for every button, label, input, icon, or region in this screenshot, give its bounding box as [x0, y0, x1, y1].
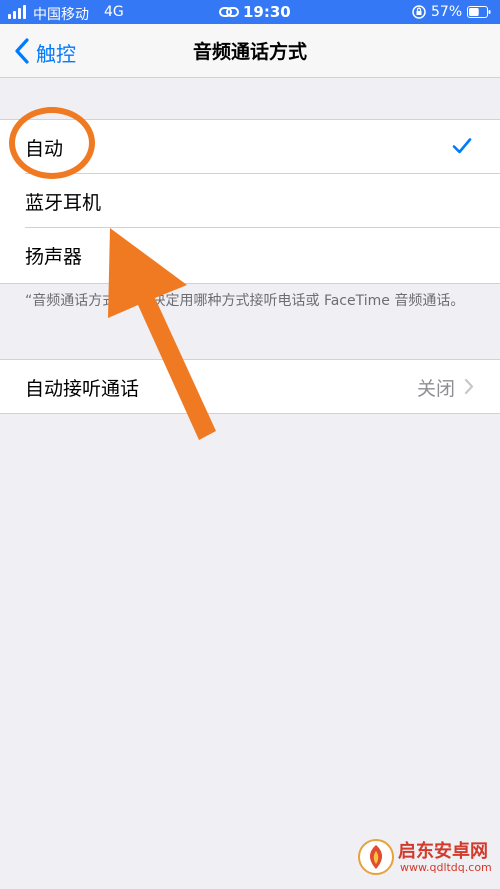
- battery-icon: [467, 6, 491, 18]
- auto-answer-value: 关闭: [416, 378, 455, 400]
- rotation-lock-icon: [412, 5, 426, 19]
- option-row-speaker[interactable]: 扬声器: [0, 228, 500, 282]
- watermark-url: www.qdltdq.com: [400, 861, 492, 874]
- watermark-logo-icon: [358, 839, 394, 875]
- auto-answer-row[interactable]: 自动接听通话 关闭: [0, 360, 500, 413]
- battery-percent: 57%: [431, 4, 463, 20]
- page-title: 音频通话方式: [192, 41, 307, 63]
- navigation-bar: 触控 音频通话方式: [0, 24, 500, 78]
- option-row-auto[interactable]: 自动: [0, 120, 500, 174]
- section-footer-note: “音频通话方式”用来决定用哪种方式接听电话或 FaceTime 音频通话。: [25, 293, 465, 309]
- link-icon: [219, 7, 239, 17]
- carrier-label: 中国移动: [33, 7, 89, 23]
- signal-strength-icon: [8, 5, 28, 19]
- option-label: 蓝牙耳机: [25, 192, 102, 214]
- option-row-bluetooth-headset[interactable]: 蓝牙耳机: [0, 174, 500, 228]
- auto-answer-group: 自动接听通话 关闭: [0, 359, 500, 414]
- option-label: 扬声器: [25, 246, 83, 268]
- audio-route-options: 自动 蓝牙耳机 扬声器: [0, 119, 500, 284]
- watermark: 启东安卓网 www.qdltdq.com: [354, 833, 494, 883]
- option-label: 自动: [25, 138, 64, 160]
- network-type-label: 4G: [104, 4, 124, 20]
- status-time: 19:30: [243, 3, 291, 21]
- checkmark-icon: [452, 138, 472, 154]
- watermark-name: 启东安卓网: [398, 841, 488, 862]
- auto-answer-label: 自动接听通话: [25, 378, 140, 400]
- chevron-right-icon: [464, 378, 474, 395]
- status-bar: 中国移动 4G 19:30 57%: [0, 0, 500, 24]
